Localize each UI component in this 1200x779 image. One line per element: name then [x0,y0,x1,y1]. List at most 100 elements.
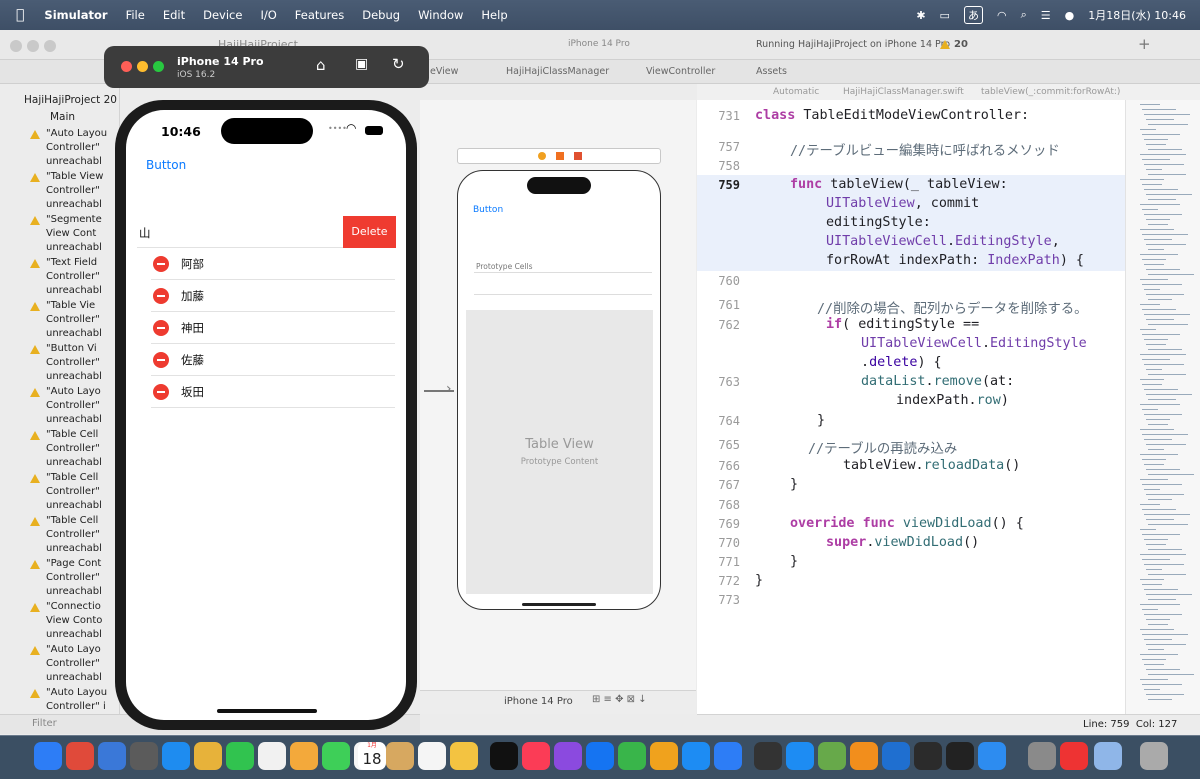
delete-minus-icon[interactable] [153,384,169,400]
dock-app-icon[interactable] [418,742,446,770]
code-line[interactable]: editingStyle: [826,215,931,230]
menu-io[interactable]: I/O [260,8,276,22]
dock-app-icon[interactable] [386,742,414,770]
table-row[interactable]: 神田 [151,312,395,344]
issue-line[interactable]: View Cont [46,227,120,241]
code-line[interactable]: dataList.remove(at: [861,374,1014,389]
issue-line[interactable]: "Button Vi [46,342,120,356]
issue-line[interactable]: unreachabl [46,456,120,470]
issue-line[interactable]: Controller" [46,270,120,284]
issue-line[interactable]: Controller" [46,485,120,499]
issue-line[interactable]: "Auto Layo [46,385,120,399]
dock-app-icon[interactable] [714,742,742,770]
issue-line[interactable]: Controller" [46,356,120,370]
issue-line[interactable]: Controller" [46,184,120,198]
issue-line[interactable]: "Page Cont [46,557,120,571]
dock-app-icon[interactable] [1094,742,1122,770]
control-center-icon[interactable]: ☰ [1041,9,1051,22]
dock-app-icon[interactable] [618,742,646,770]
issue-line[interactable]: unreachabl [46,628,120,642]
dock-app-icon[interactable] [554,742,582,770]
issue-line[interactable]: "Table Vie [46,299,120,313]
home-icon[interactable]: ⌂ [316,56,326,74]
code-line[interactable]: UITableView, commit [826,196,979,211]
issue-line[interactable]: Controller" [46,141,120,155]
input-method-indicator[interactable]: あ [963,6,983,24]
ib-device-name[interactable]: iPhone 14 Pro [504,696,573,707]
zoom-window-button[interactable] [44,40,56,52]
issue-line[interactable]: "Table View [46,170,120,184]
sim-zoom-button[interactable] [153,61,164,72]
dock-app-icon[interactable] [290,742,318,770]
menu-app-name[interactable]: Simulator [44,8,107,22]
iphone-screen[interactable] [126,110,406,720]
issue-line[interactable]: "Connectio [46,600,120,614]
delete-minus-icon[interactable] [153,256,169,272]
issue-line[interactable]: Controller" [46,442,120,456]
table-row[interactable]: 阿部 [151,248,395,280]
menu-clock[interactable]: 1月18日(水) 10:46 [1088,7,1186,23]
issue-line[interactable]: unreachabl [46,327,120,341]
dock-app-icon[interactable] [818,742,846,770]
close-window-button[interactable] [10,40,22,52]
menu-file[interactable]: File [126,8,145,22]
minimap[interactable] [1125,100,1200,714]
sim-minimize-button[interactable] [137,61,148,72]
dock-app-icon[interactable] [322,742,350,770]
issue-line[interactable]: Controller" [46,571,120,585]
dock-app-icon[interactable] [522,742,550,770]
table-row[interactable]: 加藤 [151,280,395,312]
dock-app-icon[interactable] [850,742,878,770]
code-line[interactable]: //テーブルビュー編集時に呼ばれるメソッド [790,139,1060,159]
dock-app-icon[interactable] [130,742,158,770]
code-line[interactable]: //テーブルの再読み込み [808,437,957,457]
issue-line[interactable]: unreachabl [46,542,120,556]
issue-line[interactable]: unreachabl [46,413,120,427]
issue-line[interactable]: View Conto [46,614,120,628]
dock-app-icon[interactable] [450,742,478,770]
code-line[interactable]: indexPath.row) [896,393,1009,408]
delete-minus-icon[interactable] [153,288,169,304]
code-line[interactable]: override func viewDidLoad() { [790,516,1024,531]
menu-features[interactable]: Features [295,8,344,22]
code-line[interactable]: forRowAt indexPath: IndexPath) { [826,253,1084,268]
ib-constraints-icon[interactable]: ⊞ ≡ ✥ ⊠ ↓ [592,694,647,705]
code-line[interactable]: func tableView(_ tableView: [790,177,1008,192]
swiped-row[interactable]: 山 [137,216,343,248]
group-main[interactable]: Main [50,111,75,123]
code-line[interactable]: } [755,573,763,588]
dock-app-icon[interactable] [490,742,518,770]
code-line[interactable]: super.viewDidLoad() [826,535,979,550]
issue-line[interactable]: "Table Cell [46,471,120,485]
dock-app-icon[interactable] [946,742,974,770]
menu-device[interactable]: Device [203,8,242,22]
siri-icon[interactable]: ● [1065,9,1075,22]
menu-help[interactable]: Help [481,8,507,22]
add-tab-icon[interactable]: + [1138,35,1151,53]
run-destination[interactable]: iPhone 14 Pro [568,39,630,49]
rotate-icon[interactable]: ↻ [392,55,405,73]
code-line[interactable]: if( editingStyle == [826,317,979,332]
code-line[interactable]: } [790,554,798,569]
menu-debug[interactable]: Debug [362,8,400,22]
jump-file[interactable]: HajiHajiClassManager.swift [843,87,964,97]
dock-app-icon[interactable] [226,742,254,770]
minimize-window-button[interactable] [27,40,39,52]
issue-line[interactable]: "Auto Layo [46,643,120,657]
ib-prototype-cell[interactable] [474,294,652,295]
issue-line[interactable]: "Text Field [46,256,120,270]
dock-app-icon[interactable] [34,742,62,770]
screenshot-icon[interactable]: ▣ [355,56,368,72]
issue-line[interactable]: "Segmente [46,213,120,227]
dock-app-icon[interactable] [1140,742,1168,770]
issue-line[interactable]: Controller" [46,313,120,327]
code-line[interactable]: //削除の場合、配列からデータを削除する。 [817,297,1088,317]
dock-app-icon[interactable] [1028,742,1056,770]
delete-minus-icon[interactable] [153,352,169,368]
warning-icon[interactable] [940,40,950,49]
issue-line[interactable]: "Table Cell [46,514,120,528]
battery-icon[interactable]: ▭ [940,9,950,22]
ib-button[interactable]: Button [473,205,503,215]
dock-app-icon[interactable] [978,742,1006,770]
dock-app-icon[interactable] [66,742,94,770]
